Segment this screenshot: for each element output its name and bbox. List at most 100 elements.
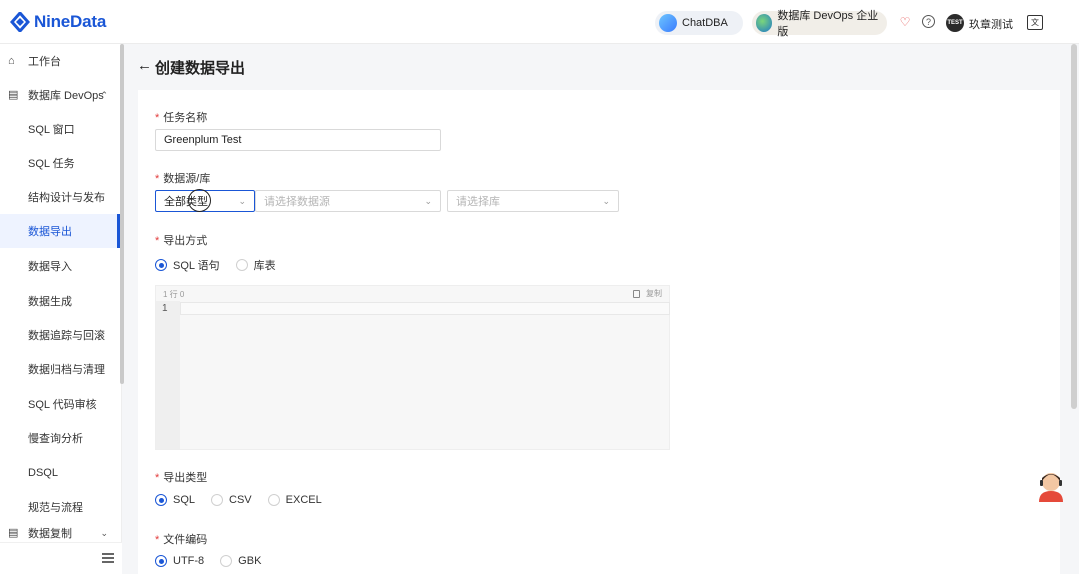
avatar[interactable]: TEST [946, 14, 964, 32]
sidebar-item-label: 数据生成 [28, 296, 72, 308]
sidebar-item-devops[interactable]: ▤ 数据库 DevOps ⌃ [0, 78, 120, 112]
sidebar-item-sql-window[interactable]: SQL 窗口 [0, 112, 120, 146]
sidebar-item-dsql[interactable]: DSQL [0, 456, 120, 490]
sidebar-item-label: DSQL [28, 467, 58, 479]
cursor-position: 1 行 0 [163, 290, 185, 299]
export-method-label: * 导出方式 [155, 232, 207, 248]
radio-utf8[interactable]: UTF-8 [155, 555, 204, 567]
radio-table[interactable]: 库表 [235, 257, 276, 273]
sidebar-scrollbar[interactable] [120, 44, 124, 384]
sidebar-item-label: 数据追踪与回滚 [28, 330, 105, 342]
customer-service-avatar-icon[interactable] [1036, 470, 1066, 502]
sidebar-item-label: 数据库 DevOps [28, 90, 104, 102]
sidebar-item-data-generation[interactable]: 数据生成 [0, 284, 120, 318]
sidebar-item-data-rollback[interactable]: 数据追踪与回滚 [0, 318, 120, 352]
export-type-label-text: 导出类型 [163, 472, 208, 484]
sidebar-item-label: SQL 代码审核 [28, 399, 97, 411]
collapse-sidebar-icon[interactable] [102, 553, 114, 563]
sidebar-item-label: 数据导出 [28, 226, 72, 238]
radio-sql-statement[interactable]: SQL 语句 [155, 257, 220, 273]
radio-excel[interactable]: EXCEL [267, 494, 322, 506]
sidebar-item-standards[interactable]: 规范与流程 [0, 490, 120, 524]
sidebar-item-data-import[interactable]: 数据导入 [0, 249, 120, 283]
ninedata-logo[interactable]: NineData [10, 11, 106, 33]
chevron-down-icon: ⌄ [424, 196, 432, 206]
database-icon: ▤ [8, 89, 19, 101]
radio-dot [267, 494, 280, 506]
sidebar-item-sql-task[interactable]: SQL 任务 [0, 146, 120, 180]
copy-button[interactable]: 复制 [633, 288, 662, 299]
main-scrollbar[interactable] [1071, 44, 1077, 409]
top-bar: NineData ChatDBA 数据库 DevOps 企业版 ♡ ? TEST… [0, 0, 1079, 44]
sidebar-item-schema-design[interactable]: 结构设计与发布 [0, 180, 120, 214]
radio-dot [211, 494, 224, 506]
language-switch-icon[interactable]: 文 [1027, 15, 1043, 30]
sidebar-item-replication[interactable]: ▤ 数据复制 ⌄ [0, 524, 120, 542]
brand-name: NineData [34, 12, 107, 31]
edition-badge[interactable]: 数据库 DevOps 企业版 [752, 10, 887, 38]
page-title: 创建数据导出 [155, 60, 246, 77]
radio-label: SQL 语句 [173, 260, 220, 272]
sidebar-item-workbench[interactable]: ⌂ 工作台 [0, 44, 120, 78]
chevron-down-icon: ⌄ [100, 527, 108, 538]
radio-label: GBK [238, 555, 262, 567]
edition-label: 数据库 DevOps 企业版 [777, 10, 879, 38]
editor-toolbar: 1 行 0 复制 [156, 286, 669, 301]
required-mark: * [155, 173, 160, 185]
chatdba-button[interactable]: ChatDBA [655, 11, 743, 35]
sidebar-footer [0, 542, 122, 574]
notification-bell-icon[interactable]: ♡ [898, 15, 912, 29]
page-header: ← 创建数据导出 [124, 44, 1079, 88]
copy-icon [633, 289, 640, 298]
sidebar-item-slow-query[interactable]: 慢查询分析 [0, 421, 120, 455]
radio-gbk[interactable]: GBK [220, 555, 261, 567]
radio-dot [155, 259, 167, 271]
username[interactable]: 玖章测试 [969, 16, 1013, 32]
radio-label: EXCEL [285, 494, 322, 506]
radio-csv[interactable]: CSV [211, 494, 252, 506]
globe-icon [756, 14, 773, 32]
sidebar-item-label: SQL 任务 [28, 158, 75, 170]
sidebar-item-label: 数据归档与清理 [28, 364, 105, 376]
sidebar-item-sql-review[interactable]: SQL 代码审核 [0, 387, 120, 421]
chevron-down-icon: ⌄ [238, 196, 246, 206]
radio-label: 库表 [253, 260, 276, 272]
file-encoding-label: * 文件编码 [155, 531, 207, 547]
required-mark: * [155, 112, 160, 124]
export-type-radio-group: SQL CSV EXCEL [155, 494, 338, 506]
editor-active-line[interactable] [180, 302, 670, 315]
chatdba-label: ChatDBA [682, 17, 728, 29]
sidebar-item-data-export[interactable]: 数据导出 [0, 214, 120, 248]
task-name-input[interactable]: Greenplum Test [155, 129, 441, 151]
export-method-label-text: 导出方式 [163, 235, 208, 247]
ninedata-logo-icon [10, 12, 30, 32]
radio-label: CSV [229, 494, 252, 506]
required-mark: * [155, 235, 160, 247]
mouse-cursor-indicator [188, 189, 211, 212]
radio-sql[interactable]: SQL [155, 494, 195, 506]
radio-label: SQL [173, 494, 196, 506]
datasource-select[interactable]: 请选择数据源 ⌄ [255, 190, 441, 212]
sql-editor[interactable]: 1 行 0 复制 1 [155, 285, 670, 450]
chevron-down-icon: ⌄ [602, 196, 610, 206]
sidebar: ⌂ 工作台 ▤ 数据库 DevOps ⌃ SQL 窗口 SQL 任务 结构设计与… [0, 44, 124, 574]
database-placeholder: 请选择库 [456, 196, 500, 208]
home-icon: ⌂ [8, 55, 15, 67]
export-method-radio-group: SQL 语句 库表 [155, 257, 292, 273]
sidebar-item-label: 数据导入 [28, 261, 72, 273]
sidebar-item-label: SQL 窗口 [28, 124, 75, 136]
sidebar-item-label: 数据复制 [28, 528, 72, 540]
chevron-up-icon: ⌃ [100, 89, 108, 100]
database-select[interactable]: 请选择库 ⌄ [447, 190, 619, 212]
datasource-placeholder: 请选择数据源 [264, 196, 330, 208]
file-encoding-label-text: 文件编码 [163, 534, 208, 546]
radio-dot [155, 494, 167, 506]
required-mark: * [155, 472, 160, 484]
back-arrow-icon[interactable]: ← [137, 57, 152, 74]
radio-dot [220, 555, 233, 567]
file-encoding-radio-group: UTF-8 GBK [155, 555, 277, 567]
help-icon[interactable]: ? [922, 15, 935, 28]
task-name-label-text: 任务名称 [163, 112, 208, 124]
sidebar-item-data-archive[interactable]: 数据归档与清理 [0, 352, 120, 386]
copy-label: 复制 [646, 289, 662, 298]
